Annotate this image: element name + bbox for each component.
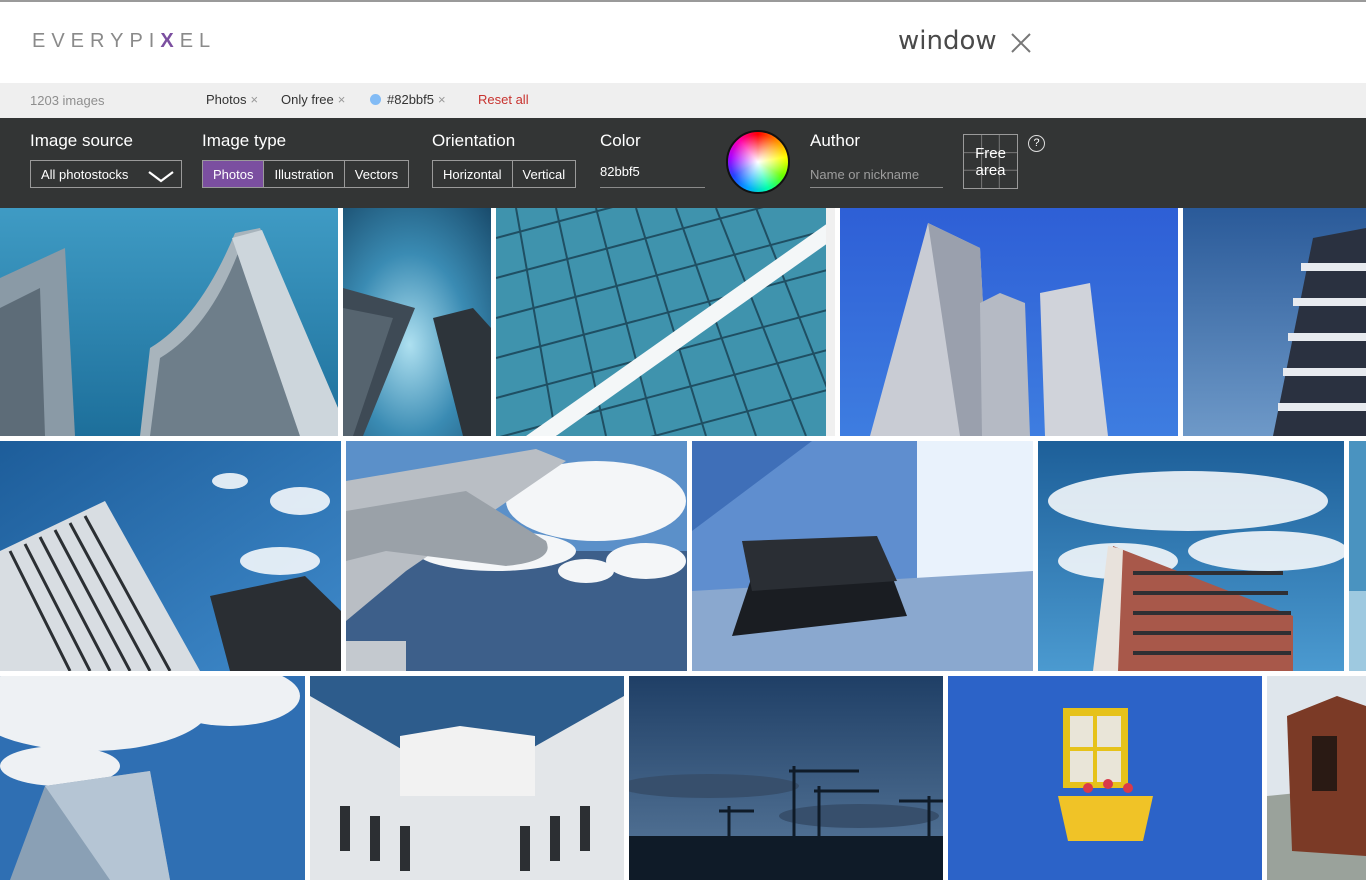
image-type-vectors-button[interactable]: Vectors	[345, 161, 408, 187]
free-area-button[interactable]: Free area	[963, 134, 1018, 189]
photo-tile[interactable]	[948, 676, 1262, 880]
image-type-label: Image type	[202, 131, 287, 150]
photo-tile[interactable]	[496, 208, 835, 436]
image-source-value: All photostocks	[41, 167, 129, 182]
chip-label: #82bbf5	[387, 92, 434, 107]
orientation-vertical-button[interactable]: Vertical	[513, 161, 576, 187]
color-wheel-picker[interactable]	[726, 130, 790, 194]
image-source-label: Image source	[30, 131, 133, 150]
photo-tile[interactable]	[1038, 441, 1344, 671]
color-dot-icon	[370, 94, 381, 105]
reset-all-link[interactable]: Reset all	[478, 92, 529, 107]
photo-tile[interactable]	[0, 676, 305, 880]
logo-text-end: EL	[179, 30, 217, 52]
filter-chip-photos[interactable]: Photos ×	[206, 92, 258, 107]
photo-tile[interactable]	[1349, 441, 1366, 671]
filter-chip-only-free[interactable]: Only free ×	[281, 92, 345, 107]
remove-chip-icon[interactable]: ×	[438, 92, 446, 107]
chevron-down-icon	[148, 171, 174, 183]
orientation-toggle: Horizontal Vertical	[432, 160, 577, 188]
photo-tile[interactable]	[346, 441, 687, 671]
color-hex-input[interactable]: 82bbf5	[600, 164, 705, 188]
remove-chip-icon[interactable]: ×	[250, 92, 258, 107]
help-icon[interactable]: ?	[1028, 135, 1045, 152]
search-query[interactable]: window	[898, 26, 997, 56]
author-label: Author	[810, 131, 861, 150]
orientation-label: Orientation	[432, 131, 516, 150]
image-source-select[interactable]: All photostocks	[30, 160, 182, 188]
image-type-illustration-button[interactable]: Illustration	[264, 161, 345, 187]
everypixel-logo[interactable]: EVERYPIXEL	[32, 30, 216, 53]
photo-tile[interactable]	[629, 676, 943, 880]
image-type-photos-button[interactable]: Photos	[203, 161, 265, 187]
orientation-horizontal-button[interactable]: Horizontal	[433, 161, 513, 187]
photo-tile[interactable]	[343, 208, 491, 436]
logo-text-start: EVERYPI	[32, 30, 161, 52]
photo-tile[interactable]	[1183, 208, 1366, 436]
photo-tile[interactable]	[692, 441, 1033, 671]
photo-tile[interactable]	[310, 676, 624, 880]
filter-panel: Image source All photostocks Image type …	[0, 118, 1366, 208]
free-area-label: Free area	[975, 145, 1006, 179]
logo-x-mark: X	[160, 30, 180, 52]
photo-tile[interactable]	[0, 208, 338, 436]
chip-label: Photos	[206, 92, 247, 107]
result-count: 1203 images	[30, 93, 105, 108]
photo-tile[interactable]	[0, 441, 341, 671]
filter-chip-color[interactable]: #82bbf5 ×	[370, 92, 446, 107]
photo-tile[interactable]	[840, 208, 1178, 436]
color-label: Color	[600, 131, 641, 150]
active-filters-bar: 1203 images Photos × Only free × #82bbf5 × …	[0, 83, 1366, 118]
chip-label: Only free	[281, 92, 334, 107]
remove-chip-icon[interactable]: ×	[338, 92, 346, 107]
author-input[interactable]	[810, 162, 943, 188]
header: EVERYPIXEL window	[0, 2, 1366, 83]
clear-search-icon[interactable]	[1010, 32, 1032, 54]
image-type-toggle: Photos Illustration Vectors	[202, 160, 410, 188]
photo-tile[interactable]	[1267, 676, 1366, 880]
